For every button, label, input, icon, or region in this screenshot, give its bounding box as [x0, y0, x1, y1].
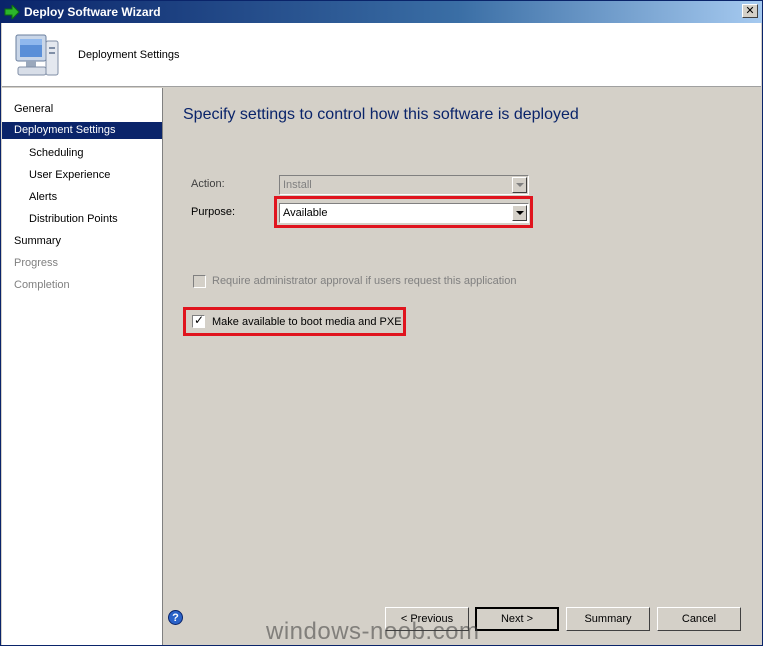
window-title: Deploy Software Wizard — [24, 5, 161, 19]
nav-item-user-experience[interactable]: User Experience — [29, 167, 110, 184]
header-title: Deployment Settings — [78, 49, 180, 61]
nav-item-completion: Completion — [14, 279, 70, 291]
page-heading: Specify settings to control how this sof… — [183, 106, 579, 123]
nav-item-progress: Progress — [14, 257, 59, 269]
nav-item-general[interactable]: General — [14, 101, 53, 118]
cancel-button[interactable]: Cancel — [657, 607, 741, 631]
purpose-dropdown[interactable]: Available — [279, 203, 529, 223]
boot-media-checkbox[interactable]: ✓ — [192, 313, 205, 328]
purpose-value: Available — [283, 207, 328, 219]
nav-item-alerts[interactable]: Alerts — [29, 189, 57, 206]
help-icon[interactable]: ? — [168, 610, 183, 625]
nav-item-deployment-settings[interactable]: Deployment Settings — [2, 122, 162, 139]
next-button[interactable]: Next > — [475, 607, 559, 631]
require-approval-checkbox — [193, 275, 206, 288]
checkmark-icon: ✓ — [194, 313, 205, 327]
nav-item-scheduling[interactable]: Scheduling — [29, 145, 83, 162]
action-label: Action: — [191, 178, 225, 190]
title-bar[interactable]: Deploy Software Wizard ✕ — [1, 1, 762, 23]
action-value: Install — [283, 179, 312, 191]
wizard-header: Deployment Settings — [2, 23, 761, 87]
chevron-down-icon — [512, 177, 527, 193]
close-button[interactable]: ✕ — [742, 4, 758, 18]
chevron-down-icon[interactable] — [512, 205, 527, 221]
computer-icon — [12, 31, 62, 81]
nav-item-summary[interactable]: Summary — [14, 233, 61, 250]
wizard-nav: General Deployment Settings Scheduling U… — [2, 88, 163, 645]
watermark: windows-noob.com — [266, 618, 480, 645]
summary-button[interactable]: Summary — [566, 607, 650, 631]
purpose-label: Purpose: — [191, 206, 236, 218]
content-pane: Specify settings to control how this sof… — [164, 88, 761, 645]
require-approval-label: Require administrator approval if users … — [212, 275, 517, 287]
action-dropdown: Install — [279, 175, 529, 195]
nav-item-distribution-points[interactable]: Distribution Points — [29, 211, 118, 228]
green-arrow-icon — [4, 3, 20, 21]
boot-media-label[interactable]: Make available to boot media and PXE — [212, 316, 402, 328]
wizard-window: Deploy Software Wizard ✕ Deployment Sett… — [0, 0, 763, 646]
